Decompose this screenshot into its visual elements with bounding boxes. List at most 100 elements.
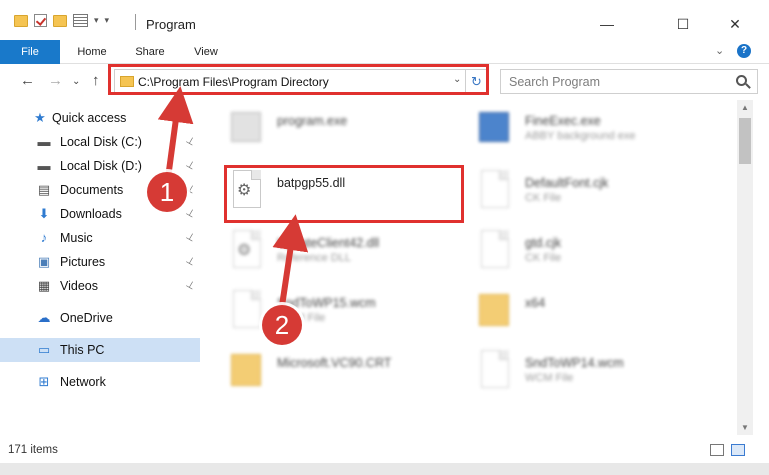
step-badge-2: 2	[262, 305, 302, 345]
sidebar-item-this-pc[interactable]: ▭ This PC	[0, 338, 200, 362]
sidebar-item-onedrive[interactable]: ☁ OneDrive	[0, 306, 200, 330]
ribbon-collapse-icon[interactable]: ⌄	[715, 44, 724, 57]
star-icon: ★	[34, 110, 46, 125]
pin-icon[interactable]: ⊥	[184, 135, 197, 149]
sidebar-item-quick-access[interactable]: ★ Quick access	[0, 106, 200, 130]
file-item[interactable]: x64	[475, 288, 715, 344]
back-button[interactable]: ←	[20, 72, 35, 89]
file-name: program.exe	[277, 114, 348, 128]
file-item[interactable]: FineExec.exe ABBY background exe	[475, 106, 715, 162]
close-button[interactable]: ✕	[712, 10, 758, 38]
file-item[interactable]: DefaultFont.cjk CK File	[475, 168, 715, 224]
file-name: FineExec.exe	[525, 114, 601, 128]
document-icon	[475, 168, 513, 216]
tab-share[interactable]: Share	[128, 40, 172, 64]
file-name: gtd.cjk	[525, 236, 562, 250]
scroll-up-icon[interactable]: ▲	[741, 103, 749, 112]
file-item[interactable]: gtd.cjk CK File	[475, 228, 715, 284]
tab-view[interactable]: View	[184, 40, 228, 64]
file-name: SndToWP14.wcm	[525, 356, 624, 370]
exe-icon	[475, 106, 513, 154]
file-type: Reference DLL	[277, 252, 351, 264]
help-icon[interactable]: ?	[737, 44, 751, 58]
item-count: 171 items	[8, 444, 58, 456]
navigation-bar: ← → ⌄ ↑ C:\Program Files\Program Directo…	[0, 64, 769, 100]
file-list: program.exe FineExec.exe ABBY background e…	[207, 100, 737, 435]
scroll-thumb[interactable]	[739, 118, 751, 164]
tab-home[interactable]: Home	[70, 40, 114, 64]
dll-gear-icon: ⚙	[227, 228, 265, 276]
search-icon[interactable]	[736, 75, 747, 86]
new-folder-icon[interactable]	[53, 14, 67, 27]
cloud-icon: ☁	[37, 310, 51, 325]
ribbon-tabs: File Home Share View ⌄ ?	[0, 40, 769, 64]
maximize-button[interactable]: ☐	[660, 10, 706, 38]
window-title: Program	[146, 17, 196, 32]
sidebar-item-label: Downloads	[60, 207, 122, 221]
documents-icon: ▤	[37, 182, 51, 197]
sidebar-item-music[interactable]: ♪ Music ⊥	[0, 226, 200, 250]
properties-icon[interactable]	[73, 14, 88, 27]
up-button[interactable]: ↑	[92, 72, 100, 89]
minimize-button[interactable]: —	[584, 10, 630, 38]
folder-icon[interactable]	[14, 14, 28, 27]
sidebar-item-label: Pictures	[60, 255, 106, 269]
pin-icon[interactable]: ⊥	[184, 255, 197, 269]
videos-icon: ▦	[37, 278, 51, 293]
document-icon	[475, 228, 513, 276]
pin-icon[interactable]: ⊥	[184, 159, 197, 173]
address-highlight-box	[108, 64, 489, 95]
computer-icon: ▭	[37, 342, 51, 357]
sidebar-item-label: OneDrive	[60, 311, 113, 325]
sidebar-item-label: This PC	[60, 343, 105, 357]
scroll-down-icon[interactable]: ▼	[741, 423, 749, 432]
quick-access-toolbar: ▾ ▾	[14, 14, 109, 27]
chevron-down-icon[interactable]: ▾	[94, 15, 99, 26]
sidebar-item-label: Local Disk (D:)	[60, 159, 142, 173]
title-separator	[135, 14, 136, 30]
file-name: UpdateClient42.dll	[277, 236, 380, 250]
sidebar-item-label: Quick access	[52, 111, 127, 125]
sidebar-item-pictures[interactable]: ▣ Pictures ⊥	[0, 250, 200, 274]
file-name: DefaultFont.cjk	[525, 176, 609, 190]
step-badge-1: 1	[147, 172, 187, 212]
network-icon: ⊞	[38, 374, 50, 389]
large-icons-view-icon[interactable]	[731, 444, 745, 456]
pin-icon[interactable]: ⊥	[184, 231, 197, 245]
file-name: x64	[525, 296, 546, 310]
forward-button[interactable]: →	[48, 72, 63, 89]
pin-icon[interactable]: ⊥	[184, 279, 197, 293]
tab-file[interactable]: File	[0, 40, 60, 64]
drive-icon: ▬	[37, 158, 51, 173]
title-bar: ▾ ▾ Program — ☐ ✕	[0, 0, 769, 40]
folder-icon	[475, 288, 513, 336]
recent-locations-button[interactable]: ⌄	[72, 76, 80, 87]
file-item[interactable]: Microsoft.VC90.CRT	[227, 348, 467, 404]
file-type: ABBY background exe	[525, 130, 636, 142]
pictures-icon: ▣	[37, 254, 51, 269]
file-type: CK File	[525, 192, 562, 204]
download-icon: ⬇	[38, 206, 50, 221]
file-item[interactable]: program.exe	[227, 106, 467, 162]
sidebar-item-label: Music	[60, 231, 93, 245]
details-view-icon[interactable]	[710, 444, 724, 456]
sidebar-item-label: Videos	[60, 279, 98, 293]
pin-icon[interactable]: ⊥	[184, 207, 197, 221]
folder-icon	[227, 348, 265, 396]
navigation-pane: ★ Quick access ▬ Local Disk (C:) ⊥ ▬ Local Dis…	[0, 100, 200, 435]
scrollbar[interactable]: ▲ ▼	[737, 100, 753, 435]
music-icon: ♪	[40, 230, 48, 245]
sidebar-item-local-disk-c[interactable]: ▬ Local Disk (C:) ⊥	[0, 130, 200, 154]
file-item[interactable]: SndToWP14.wcm WCM File	[475, 348, 715, 404]
file-type: WCM File	[525, 372, 574, 384]
search-input[interactable]: Search Program	[500, 69, 758, 94]
sidebar-item-videos[interactable]: ▦ Videos ⊥	[0, 274, 200, 298]
status-bar: 171 items	[0, 435, 769, 463]
file-item[interactable]: ⚙ UpdateClient42.dll Reference DLL	[227, 228, 467, 284]
properties-check-icon[interactable]	[34, 14, 47, 27]
search-placeholder: Search Program	[509, 75, 601, 89]
drive-icon: ▬	[37, 134, 51, 149]
sidebar-item-network[interactable]: ⊞ Network	[0, 370, 200, 394]
customize-toolbar-icon[interactable]: ▾	[105, 15, 110, 26]
file-highlight-box	[224, 165, 464, 223]
